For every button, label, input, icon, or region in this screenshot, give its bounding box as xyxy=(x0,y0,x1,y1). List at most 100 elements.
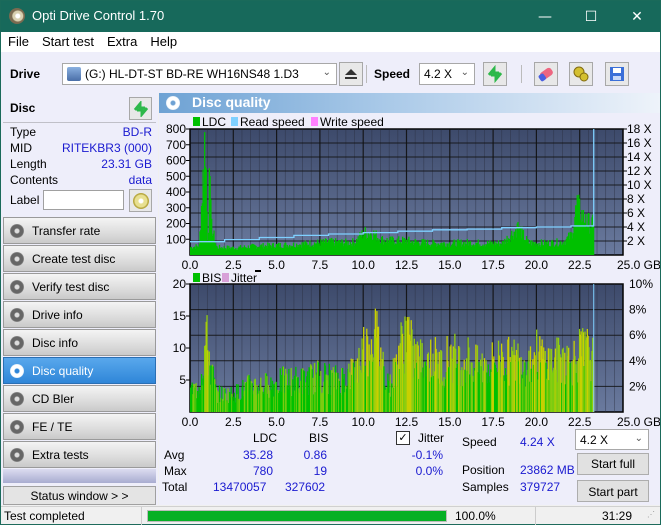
disc-quality-icon xyxy=(10,364,24,378)
x-tick-label: 15.0 xyxy=(438,415,462,429)
disc-mid-row: MID RITEKBR3 (000) xyxy=(10,141,152,155)
status-divider xyxy=(141,507,142,525)
max-ldc: 780 xyxy=(252,464,273,478)
test-speed-select[interactable]: 4.2 X ⌄ xyxy=(575,429,649,450)
nav-label: CD Bler xyxy=(32,392,75,406)
disc-length-row: Length 23.31 GB xyxy=(10,157,152,171)
resize-grip-icon[interactable]: ⋰ xyxy=(647,510,655,519)
disc-label-input[interactable] xyxy=(43,190,124,210)
y2-tick-label: 18 X xyxy=(627,122,652,136)
toolbar: Drive (G:) HL-DT-ST BD-RE WH16NS48 1.D3 … xyxy=(1,52,660,93)
maximize-button[interactable]: ☐ xyxy=(568,1,614,32)
close-button[interactable]: ✕ xyxy=(614,1,660,32)
cd-bler-icon xyxy=(10,392,24,406)
nav-label: Verify test disc xyxy=(32,280,110,294)
disc-mid-label: MID xyxy=(10,141,32,155)
x-tick-label: 12.5 xyxy=(395,415,419,429)
save-button[interactable] xyxy=(605,62,629,86)
drive-select[interactable]: (G:) HL-DT-ST BD-RE WH16NS48 1.D3 ⌄ xyxy=(62,63,337,85)
menu-help[interactable]: Help xyxy=(143,32,183,49)
y-tick-label: 600 xyxy=(166,154,186,168)
x-tick-label: 2.5 xyxy=(225,415,242,429)
legend-label: Write speed xyxy=(320,115,384,129)
app-icon xyxy=(9,8,25,24)
drive-label: Drive xyxy=(10,67,41,81)
jitter-checkbox[interactable]: ✓ xyxy=(396,431,410,445)
disc-label-button[interactable] xyxy=(129,189,152,212)
x-tick-label: 17.5 xyxy=(481,258,505,272)
status-window-button[interactable]: Status window > > xyxy=(3,486,156,505)
legend-label: Read speed xyxy=(240,115,305,129)
nav-verify-test-disc[interactable]: Verify test disc xyxy=(3,273,156,300)
settings-button[interactable] xyxy=(569,62,593,86)
col-bis-header: BIS xyxy=(309,431,329,445)
total-ldc: 13470057 xyxy=(213,480,267,494)
nav-disc-info[interactable]: Disc info xyxy=(3,329,156,356)
nav-extra-tests[interactable]: Extra tests xyxy=(3,441,156,468)
y-tick-label: 10 xyxy=(173,341,187,355)
eject-icon xyxy=(345,69,357,79)
y2-tick-label: 4 X xyxy=(627,220,645,234)
nav-spacer xyxy=(3,469,156,483)
disc-info-icon xyxy=(10,336,24,350)
disc-mid-value: RITEKBR3 (000) xyxy=(61,141,152,155)
avg-ldc: 35.28 xyxy=(242,448,273,462)
ldc-chart: LDC Read speed Write speed1002003004005006… xyxy=(166,115,660,272)
refresh-button[interactable] xyxy=(483,62,507,86)
total-bis: 327602 xyxy=(285,480,326,494)
nav-cd-bler[interactable]: CD Bler xyxy=(3,385,156,412)
eraser-icon xyxy=(538,67,553,82)
y2-tick-label: 4% xyxy=(629,354,647,368)
test-speed-value: 4.2 X xyxy=(580,433,609,447)
close-icon: ✕ xyxy=(631,8,643,25)
bis-chart: BIS Jitter 5 10 15 20 2% 4% 6% 8% 10% 0.0 2.5 5.0 7.5 1… xyxy=(173,270,660,429)
nav-transfer-rate[interactable]: Transfer rate xyxy=(3,217,156,244)
legend-label: BIS xyxy=(202,271,221,285)
fe-te-icon xyxy=(10,420,24,434)
max-bis: 19 xyxy=(313,464,327,478)
nav-label: Extra tests xyxy=(32,448,89,462)
nav-drive-info[interactable]: Drive info xyxy=(3,301,156,328)
nav-fe-te[interactable]: FE / TE xyxy=(3,413,156,440)
disc-contents-value: data xyxy=(128,173,152,187)
disc-refresh-button[interactable] xyxy=(129,97,152,120)
menu-bar: File Start test Extra Help xyxy=(1,32,660,52)
disc-length-label: Length xyxy=(10,157,47,171)
menu-start-test[interactable]: Start test xyxy=(35,32,100,49)
x-tick-label: 10.0 xyxy=(352,415,376,429)
disc-type-value: BD-R xyxy=(122,125,152,139)
disc-label-label: Label xyxy=(10,193,40,207)
y2-tick-label: 6 X xyxy=(627,206,645,220)
start-part-button[interactable]: Start part xyxy=(577,480,649,502)
menu-extra[interactable]: Extra xyxy=(100,32,143,49)
legend-swatch xyxy=(231,117,238,126)
x-tick-label: 22.5 xyxy=(568,258,592,272)
x-tick-label: 7.5 xyxy=(312,258,329,272)
x-tick-label: 20.0 xyxy=(525,258,549,272)
nav-disc-quality[interactable]: Disc quality xyxy=(3,357,156,384)
disc-header-label: Disc xyxy=(10,101,36,115)
speed-select[interactable]: 4.2 X ⌄ xyxy=(419,63,475,85)
legend-label: LDC xyxy=(202,115,226,129)
y-tick-label: 5 xyxy=(179,373,186,387)
erase-button[interactable] xyxy=(534,62,558,86)
legend-swatch xyxy=(311,117,318,126)
y-tick-label: 200 xyxy=(166,217,186,231)
nav-create-test-disc[interactable]: Create test disc xyxy=(3,245,156,272)
check-icon: ✓ xyxy=(398,431,408,444)
toolbar-separator xyxy=(366,65,367,83)
x-tick-label: 17.5 xyxy=(481,415,505,429)
y-tick-label: 800 xyxy=(166,122,186,136)
x-tick-label: 20.0 xyxy=(525,415,549,429)
samples-label: Samples xyxy=(462,480,509,494)
y-tick-label: 500 xyxy=(166,169,186,183)
menu-file[interactable]: File xyxy=(1,32,35,49)
start-full-button[interactable]: Start full xyxy=(577,453,649,475)
avg-bis: 0.86 xyxy=(303,448,327,462)
x-tick-label: 15.0 xyxy=(438,258,462,272)
eject-button[interactable] xyxy=(339,62,363,86)
nav-label: Disc quality xyxy=(32,364,94,378)
minimize-button[interactable]: — xyxy=(522,1,568,32)
x-tick-label: 25.0 GB xyxy=(617,415,660,429)
y2-tick-label: 2 X xyxy=(627,234,645,248)
